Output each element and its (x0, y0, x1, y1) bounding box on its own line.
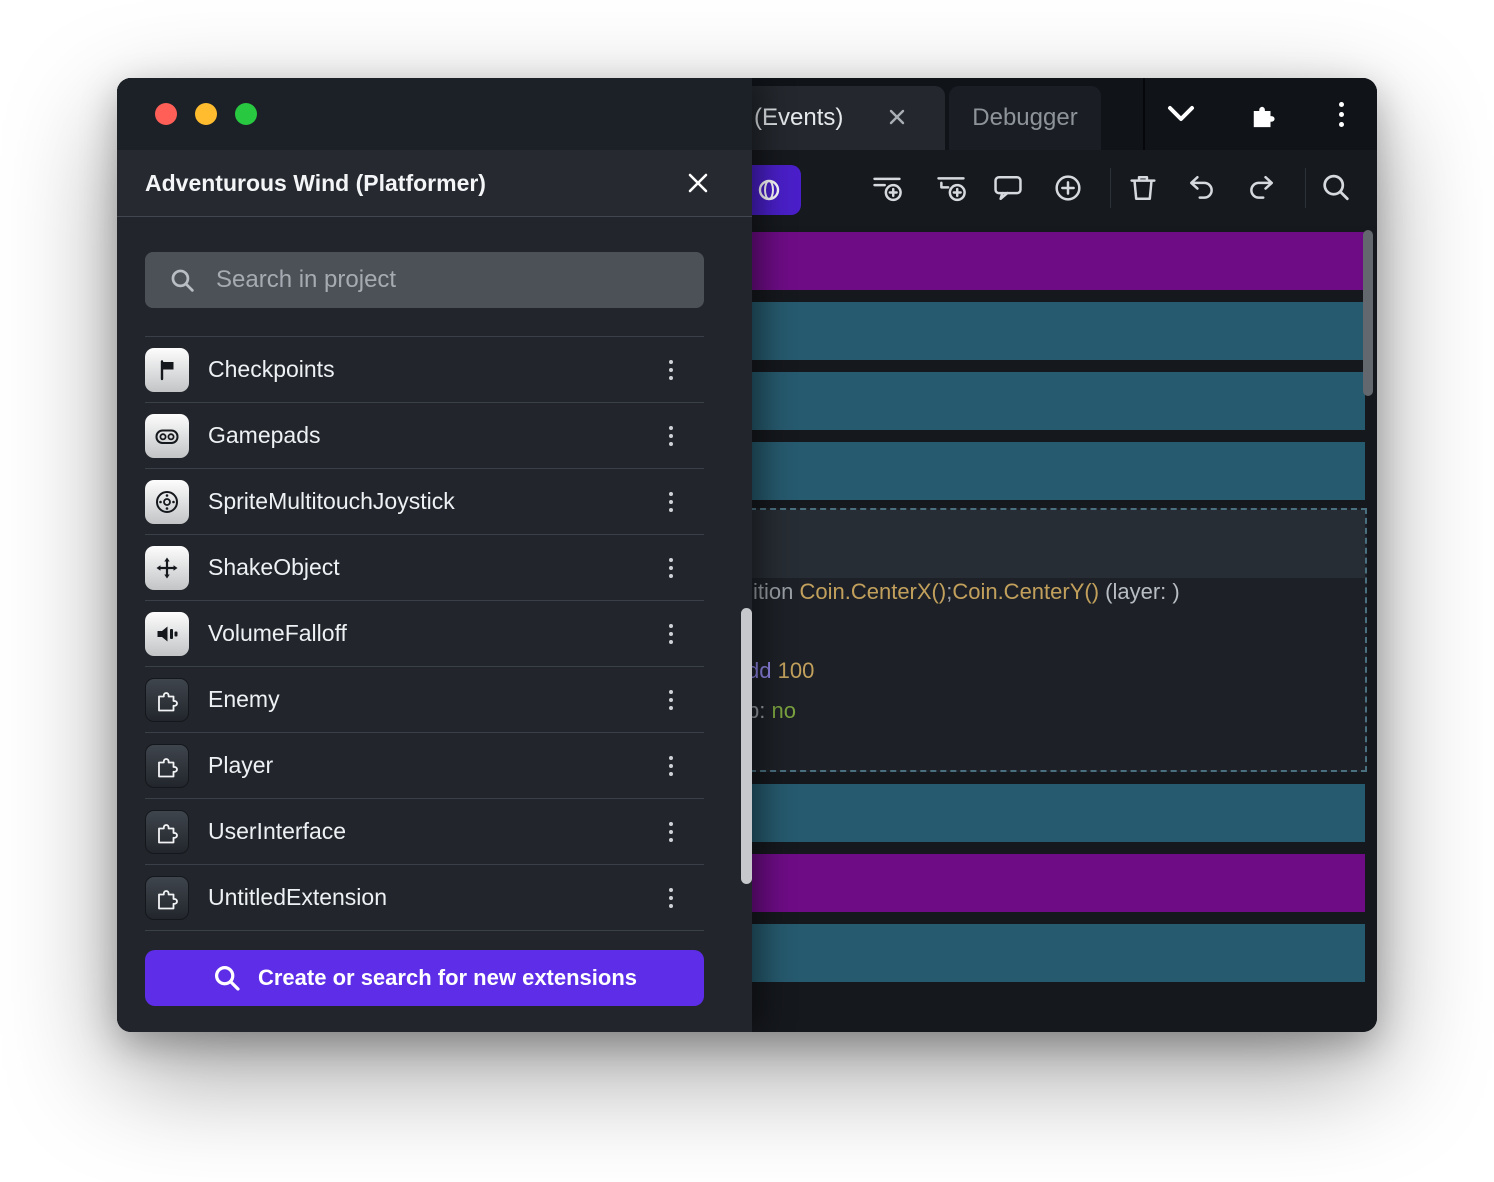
tabstrip-divider (1143, 78, 1145, 150)
search-icon (212, 963, 242, 993)
code-text: (layer: ) (1099, 579, 1180, 604)
code-text: ition (753, 579, 799, 604)
item-menu-icon[interactable] (660, 750, 682, 782)
extensions-puzzle-icon[interactable] (1248, 100, 1278, 130)
puzzle-icon (145, 810, 189, 854)
extension-list: Checkpoints Gamepads SpriteMultitouchJoy… (145, 336, 704, 931)
tab-debugger-label: Debugger (972, 104, 1077, 132)
extension-item-player[interactable]: Player (145, 733, 704, 799)
extension-label: Enemy (208, 686, 280, 713)
minimize-window-button[interactable] (195, 103, 217, 125)
close-tab-icon[interactable] (887, 107, 907, 127)
extension-item-volumefalloff[interactable]: VolumeFalloff (145, 601, 704, 667)
item-menu-icon[interactable] (660, 882, 682, 914)
item-menu-icon[interactable] (660, 552, 682, 584)
close-window-button[interactable] (155, 103, 177, 125)
globe-icon (754, 175, 784, 205)
extension-label: Player (208, 752, 273, 779)
add-comment-icon[interactable] (991, 171, 1025, 205)
speaker-icon (145, 612, 189, 656)
window-titlebar (117, 78, 752, 150)
add-event-icon[interactable] (870, 171, 904, 205)
extension-item-joystick[interactable]: SpriteMultitouchJoystick (145, 469, 704, 535)
item-menu-icon[interactable] (660, 618, 682, 650)
event-action-line: p: no (747, 698, 796, 724)
extension-item-untitledextension[interactable]: UntitledExtension (145, 865, 704, 931)
flag-icon (145, 348, 189, 392)
extension-label: Gamepads (208, 422, 321, 449)
item-menu-icon[interactable] (660, 486, 682, 518)
undo-icon[interactable] (1185, 171, 1219, 205)
item-menu-icon[interactable] (660, 420, 682, 452)
extension-item-gamepads[interactable]: Gamepads (145, 403, 704, 469)
extension-label: Checkpoints (208, 356, 335, 383)
project-search[interactable] (145, 252, 704, 308)
joystick-icon (145, 480, 189, 524)
zoom-window-button[interactable] (235, 103, 257, 125)
events-scrollbar[interactable] (1363, 230, 1373, 396)
gamepad-icon (145, 414, 189, 458)
event-action-line: dd 100 (747, 658, 814, 684)
extension-label: SpriteMultitouchJoystick (208, 488, 455, 515)
toolbar-divider (1305, 168, 1306, 208)
code-value: 100 (778, 658, 815, 683)
add-circle-icon[interactable] (1051, 171, 1085, 205)
panel-header: Adventurous Wind (Platformer) (117, 150, 752, 217)
code-expression: Coin.CenterY() (952, 579, 1099, 604)
puzzle-icon (145, 876, 189, 920)
create-extension-button[interactable]: Create or search for new extensions (145, 950, 704, 1006)
window-menu-icon[interactable] (1339, 102, 1344, 127)
redo-icon[interactable] (1244, 171, 1278, 205)
code-value: no (771, 698, 795, 723)
extension-item-checkpoints[interactable]: Checkpoints (145, 337, 704, 403)
gdevelop-window: (Events) Debugger (117, 78, 1377, 1032)
project-title: Adventurous Wind (Platformer) (145, 170, 486, 197)
puzzle-icon (145, 744, 189, 788)
extension-item-shakeobject[interactable]: ShakeObject (145, 535, 704, 601)
item-menu-icon[interactable] (660, 816, 682, 848)
trash-icon[interactable] (1126, 171, 1160, 205)
extension-label: ShakeObject (208, 554, 340, 581)
search-events-icon[interactable] (1319, 171, 1353, 205)
extension-label: UntitledExtension (208, 884, 387, 911)
move-arrows-icon (145, 546, 189, 590)
add-subevent-icon[interactable] (934, 171, 968, 205)
project-manager-panel: Adventurous Wind (Platformer) Checkpoint… (117, 78, 752, 1032)
close-panel-icon[interactable] (685, 170, 711, 196)
create-extension-label: Create or search for new extensions (258, 965, 637, 991)
extension-item-userinterface[interactable]: UserInterface (145, 799, 704, 865)
chevron-down-icon[interactable] (1165, 105, 1197, 125)
tab-events-label: (Events) (754, 104, 843, 132)
item-menu-icon[interactable] (660, 354, 682, 386)
event-action-line: ition Coin.CenterX();Coin.CenterY() (lay… (753, 579, 1180, 605)
extension-item-enemy[interactable]: Enemy (145, 667, 704, 733)
search-icon (169, 267, 196, 294)
toolbar-divider (1110, 168, 1111, 208)
puzzle-icon (145, 678, 189, 722)
extension-label: UserInterface (208, 818, 346, 845)
desktop: (Events) Debugger (0, 0, 1494, 1182)
item-menu-icon[interactable] (660, 684, 682, 716)
code-expression: Coin.CenterX() (799, 579, 946, 604)
extension-label: VolumeFalloff (208, 620, 347, 647)
panel-scrollbar[interactable] (741, 608, 752, 884)
search-input[interactable] (216, 266, 704, 294)
tab-debugger[interactable]: Debugger (949, 86, 1101, 150)
